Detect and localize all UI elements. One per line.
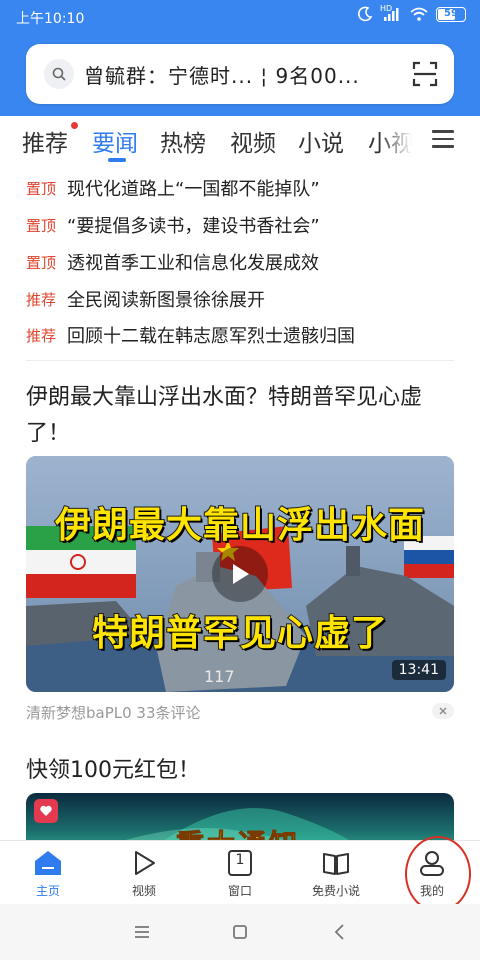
notification-dot [71, 122, 78, 129]
tab-recommend[interactable]: 推荐 [22, 124, 68, 158]
status-bar: 上午10:10 HD 59 [0, 0, 480, 34]
tab-hot[interactable]: 热榜 [160, 124, 206, 158]
status-time: 上午10:10 [16, 11, 85, 27]
tab-video[interactable]: 视频 [230, 124, 276, 158]
battery-icon: 59 [436, 6, 466, 22]
headline-title: 全民阅读新图景徐徐展开 [67, 290, 265, 311]
header: 上午10:10 HD 59 曾毓群：宁德时... ¦ 9名00... [0, 0, 480, 116]
video-thumbnail[interactable]: 117 伊朗最大靠山浮出水面 特朗普罕见心虚了 13:41 [26, 456, 454, 692]
highlight-annotation [405, 836, 471, 912]
headline-title: 现代化道路上“一国都不能掉队” [67, 179, 320, 200]
headline-tag: 推荐 [26, 326, 57, 345]
video-caption-bottom: 特朗普罕见心虚了 [91, 612, 388, 655]
active-tab-indicator [108, 158, 126, 162]
nav-window[interactable]: 1 窗口 [192, 841, 288, 905]
play-icon [135, 851, 155, 875]
status-icons: HD 59 [357, 4, 466, 22]
tab-novel[interactable]: 小说 [298, 124, 344, 158]
system-nav-bar [0, 904, 480, 960]
search-icon [44, 59, 74, 89]
headline-tag: 推荐 [26, 290, 57, 309]
video-duration: 13:41 [391, 660, 446, 680]
recent-apps-icon[interactable] [130, 920, 154, 944]
nav-label: 视频 [131, 884, 156, 898]
headline-item[interactable]: 置顶 “要提倡多读书，建设书香社会” [26, 210, 320, 240]
search-input[interactable]: 曾毓群：宁德时... ¦ 9名00... [84, 60, 384, 89]
home-icon [35, 851, 61, 875]
headline-title: “要提倡多读书，建设书香社会” [67, 216, 320, 237]
article-meta: 清新梦想baPL0 33条评论 [26, 704, 201, 722]
promo-title[interactable]: 快领100元红包！ [26, 752, 200, 784]
nav-label: 主页 [35, 884, 60, 898]
signal-icon: HD [380, 4, 402, 22]
window-count: 1 [235, 852, 245, 868]
headline-title: 回顾十二载在韩志愿军烈士遗骸归国 [67, 326, 355, 347]
network-label: HD [380, 4, 393, 13]
back-icon[interactable] [328, 920, 352, 944]
menu-icon[interactable] [432, 130, 454, 148]
wifi-icon [410, 7, 428, 21]
nav-free-novel[interactable]: 免费小说 [288, 841, 384, 905]
nav-label: 免费小说 [311, 884, 360, 898]
headline-tag: 置顶 [26, 253, 57, 272]
article-title[interactable]: 伊朗最大靠山浮出水面？特朗普罕见心虚了！ [26, 380, 454, 452]
search-bar[interactable]: 曾毓群：宁德时... ¦ 9名00... [26, 44, 454, 104]
battery-level: 59 [444, 7, 458, 19]
headline-tag: 置顶 [26, 216, 57, 235]
headline-item[interactable]: 推荐 全民阅读新图景徐徐展开 [26, 284, 265, 314]
ship-number: 117 [204, 667, 235, 686]
home-button-icon[interactable] [228, 920, 252, 944]
divider [26, 360, 454, 361]
app-logo-icon [34, 799, 58, 823]
book-icon [323, 853, 349, 875]
tab-news[interactable]: 要闻 [92, 124, 138, 158]
close-icon[interactable] [432, 703, 454, 719]
nav-label: 窗口 [227, 884, 252, 898]
headline-item[interactable]: 置顶 现代化道路上“一国都不能掉队” [26, 173, 320, 203]
headline-tag: 置顶 [26, 179, 57, 198]
headline-title: 透视首季工业和信息化发展成效 [67, 253, 319, 274]
headline-item[interactable]: 推荐 回顾十二载在韩志愿军烈士遗骸归国 [26, 320, 355, 350]
video-caption-top: 伊朗最大靠山浮出水面 [54, 504, 425, 547]
headline-item[interactable]: 置顶 透视首季工业和信息化发展成效 [26, 247, 319, 277]
play-icon[interactable] [212, 546, 268, 602]
scan-icon[interactable] [412, 61, 438, 87]
moon-icon [358, 6, 373, 22]
nav-home[interactable]: 主页 [0, 841, 96, 905]
nav-video[interactable]: 视频 [96, 841, 192, 905]
